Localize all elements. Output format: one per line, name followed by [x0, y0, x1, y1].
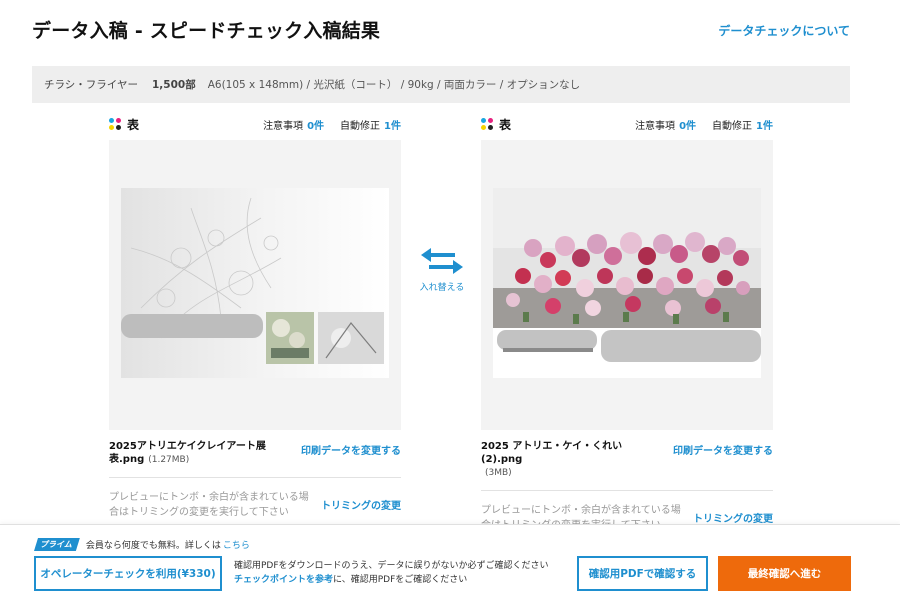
- preview-area: [481, 140, 773, 430]
- file-size: (1.27MB): [148, 455, 190, 465]
- trim-note: プレビューにトンボ・余白が含まれている場合はトリミングの変更を実行して下さい: [109, 492, 309, 518]
- divider: [109, 477, 401, 478]
- trim-row: プレビューにトンボ・余白が含まれている場合はトリミングの変更を実行して下さい ト…: [109, 490, 401, 520]
- about-data-check-link[interactable]: データチェックについて: [718, 22, 850, 39]
- spec-quantity: 1,500部: [151, 79, 196, 91]
- change-print-data-link[interactable]: 印刷データを変更する: [673, 442, 773, 457]
- file-info-row: 2025 アトリエ・ケイ・くれい (2).png (3MB) 印刷データを変更する: [481, 440, 773, 480]
- side-label: 表: [127, 117, 140, 132]
- operator-check-button[interactable]: オペレーターチェックを利用(¥330): [34, 556, 222, 591]
- order-spec-bar: チラシ・フライヤー 1,500部 A6(105 x 148mm) / 光沢紙（コ…: [32, 66, 850, 103]
- side-header: 表 注意事項 0件 自動修正 1件: [481, 112, 773, 136]
- swap-label: 入れ替える: [419, 283, 465, 293]
- spec-product: チラシ・フライヤー: [44, 79, 138, 91]
- file-info-row: 2025アトリエケイクレイアート展表.png (1.27MB) 印刷データを変更す…: [109, 440, 401, 467]
- preview-area: [109, 140, 401, 430]
- change-print-data-link[interactable]: 印刷データを変更する: [301, 442, 401, 457]
- footer-note: 確認用PDFをダウンロードのうえ、データに誤りがないか必ずご確認ください チェッ…: [234, 559, 549, 587]
- prime-badge: プライム: [34, 538, 80, 551]
- side-label: 表: [499, 117, 512, 132]
- confirm-pdf-button[interactable]: 確認用PDFで確認する: [577, 556, 708, 591]
- divider: [481, 490, 773, 491]
- trim-change-link[interactable]: トリミングの変更: [693, 510, 773, 525]
- autofix-count: 自動修正 1件: [712, 120, 773, 132]
- cmyk-color-icon: [109, 118, 121, 130]
- swap-sides-button[interactable]: 入れ替える: [413, 248, 471, 293]
- footer-action-bar: プライム 会員なら何度でも無料。詳しくは こちら オペレーターチェックを利用(¥…: [0, 524, 900, 599]
- prime-promo: プライム 会員なら何度でも無料。詳しくは こちら: [34, 538, 250, 551]
- swap-arrows-icon: [421, 248, 463, 274]
- final-confirm-button[interactable]: 最終確認へ進む: [718, 556, 851, 591]
- cmyk-color-icon: [481, 118, 493, 130]
- file-size: (3MB): [485, 468, 512, 478]
- notice-count: 注意事項 0件: [263, 120, 325, 132]
- file-name: 2025 アトリエ・ケイ・くれい (2).png (3MB): [481, 440, 663, 480]
- footer-note-line2: チェックポイントを参考に、確認用PDFをご確認ください: [234, 575, 468, 585]
- trim-change-link[interactable]: トリミングの変更: [321, 497, 401, 512]
- notice-count: 注意事項 0件: [635, 120, 697, 132]
- footer-note-line1: 確認用PDFをダウンロードのうえ、データに誤りがないか必ずご確認ください: [234, 561, 549, 571]
- side-panel-left: 表 注意事項 0件 自動修正 1件 2025アトリエケイクレイアート展表.png…: [109, 112, 401, 520]
- page-title: データ入稿 - スピードチェック入稿結果: [32, 20, 381, 42]
- side-header: 表 注意事項 0件 自動修正 1件: [109, 112, 401, 136]
- preview-image: [121, 188, 389, 378]
- preview-image: [493, 188, 761, 378]
- checkpoint-link[interactable]: チェックポイントを参考: [234, 575, 333, 585]
- autofix-count: 自動修正 1件: [340, 120, 401, 132]
- spec-detail: A6(105 x 148mm) / 光沢紙（コート） / 90kg / 両面カラ…: [207, 79, 581, 91]
- prime-text: 会員なら何度でも無料。詳しくは: [85, 541, 221, 551]
- side-panel-right: 表 注意事項 0件 自動修正 1件 2025 アトリエ・ケイ・くれい (2).p…: [481, 112, 773, 533]
- file-name: 2025アトリエケイクレイアート展表.png (1.27MB): [109, 441, 266, 465]
- prime-details-link[interactable]: こちら: [223, 538, 250, 551]
